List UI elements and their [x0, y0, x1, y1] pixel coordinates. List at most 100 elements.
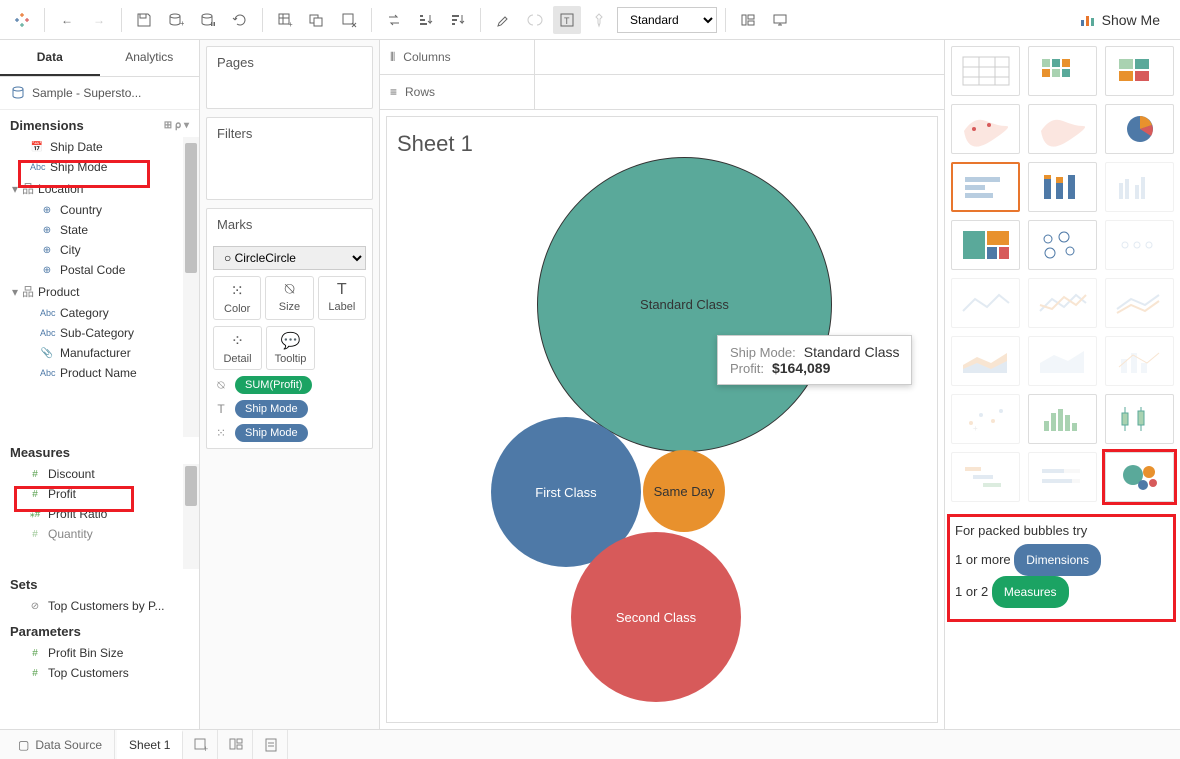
svg-text:+: + — [288, 20, 293, 28]
showme-pie[interactable] — [1105, 104, 1174, 154]
presentation-icon[interactable] — [766, 6, 794, 34]
group-icon[interactable] — [521, 6, 549, 34]
showme-histogram[interactable] — [1028, 394, 1097, 444]
tableau-logo-icon[interactable] — [8, 6, 36, 34]
refresh-icon[interactable] — [226, 6, 254, 34]
label-icon: T — [213, 402, 229, 416]
showme-circle-views[interactable] — [1028, 220, 1097, 270]
main-toolbar: ← → + + T Standard — [0, 0, 1180, 40]
field-profit-bin-size[interactable]: #Profit Bin Size — [0, 643, 199, 663]
field-discount[interactable]: #Discount — [0, 464, 199, 484]
globe-icon: ⊕ — [40, 205, 54, 216]
datasource-item[interactable]: Sample - Supersto... — [0, 77, 199, 110]
canvas-area: ⦀Columns ≡Rows Sheet 1 Standard Class Fi… — [380, 40, 944, 729]
field-top-customers-param[interactable]: #Top Customers — [0, 663, 199, 683]
marks-color[interactable]: ⁙Color — [213, 276, 261, 320]
field-category[interactable]: AbcCategory — [0, 303, 199, 323]
save-icon[interactable] — [130, 6, 158, 34]
sort-asc-icon[interactable] — [412, 6, 440, 34]
new-datasource-icon[interactable]: + — [162, 6, 190, 34]
showme-packed-bubbles[interactable] — [1105, 452, 1174, 502]
rows-shelf[interactable] — [535, 75, 944, 109]
field-product[interactable]: ▾品Product — [0, 280, 199, 303]
pin-icon[interactable] — [585, 6, 613, 34]
filters-shelf[interactable]: Filters — [206, 117, 373, 200]
tab-analytics[interactable]: Analytics — [100, 40, 200, 76]
showme-line-continuous[interactable] — [951, 278, 1020, 328]
back-icon[interactable]: ← — [53, 6, 81, 34]
field-ship-mode[interactable]: AbcShip Mode — [0, 157, 199, 177]
duplicate-sheet-icon[interactable] — [303, 6, 331, 34]
new-story-button[interactable] — [255, 730, 288, 759]
marks-type-select[interactable]: ○ CircleCircle — [213, 246, 366, 270]
field-product-name[interactable]: AbcProduct Name — [0, 363, 199, 383]
marks-size[interactable]: ⍉Size — [265, 276, 313, 320]
data-pane: Data Analytics Sample - Supersto... Dime… — [0, 40, 200, 729]
bubble-second-class[interactable]: Second Class — [571, 532, 741, 702]
showme-treemap[interactable] — [951, 220, 1020, 270]
showme-line-discrete[interactable] — [1028, 278, 1097, 328]
show-me-label: Show Me — [1102, 12, 1160, 28]
showme-area-continuous[interactable] — [951, 336, 1020, 386]
columns-shelf[interactable] — [535, 40, 944, 74]
field-top-customers-set[interactable]: ⊘Top Customers by P... — [0, 596, 199, 616]
tab-sheet-1[interactable]: Sheet 1 — [117, 730, 183, 759]
abc-icon: Abc — [30, 162, 44, 172]
showme-heat-map[interactable] — [1028, 46, 1097, 96]
marks-tooltip[interactable]: 💬Tooltip — [266, 326, 315, 370]
pill-sum-profit[interactable]: SUM(Profit) — [235, 376, 312, 394]
field-location[interactable]: ▾品Location — [0, 177, 199, 200]
fit-select[interactable]: Standard — [617, 7, 717, 33]
field-postal-code[interactable]: ⊕Postal Code — [0, 260, 199, 280]
showme-gantt[interactable] — [951, 452, 1020, 502]
pill-ship-mode-label[interactable]: Ship Mode — [235, 400, 308, 418]
forward-icon[interactable]: → — [85, 6, 113, 34]
showme-symbol-map[interactable] — [951, 104, 1020, 154]
show-labels-icon[interactable]: T — [553, 6, 581, 34]
field-sub-category[interactable]: AbcSub-Category — [0, 323, 199, 343]
field-city[interactable]: ⊕City — [0, 240, 199, 260]
showme-hbar[interactable] — [951, 162, 1020, 212]
new-worksheet-icon[interactable]: + — [271, 6, 299, 34]
swap-icon[interactable] — [380, 6, 408, 34]
showme-filled-map[interactable] — [1028, 104, 1097, 154]
showme-area-discrete[interactable] — [1028, 336, 1097, 386]
showme-scatter[interactable]: + — [951, 394, 1020, 444]
bubble-standard-class[interactable]: Standard Class — [537, 157, 832, 452]
showme-dual-line[interactable] — [1105, 278, 1174, 328]
tab-data-source[interactable]: ▢Data Source — [6, 730, 115, 759]
abc-icon: Abc — [40, 328, 54, 338]
showme-highlight-table[interactable] — [1105, 46, 1174, 96]
field-state[interactable]: ⊕State — [0, 220, 199, 240]
tab-data[interactable]: Data — [0, 40, 100, 76]
highlight-icon[interactable] — [489, 6, 517, 34]
showme-stacked-bar[interactable] — [1028, 162, 1097, 212]
new-dashboard-button[interactable] — [220, 730, 253, 759]
marks-detail[interactable]: ⁘Detail — [213, 326, 262, 370]
bubble-same-day[interactable]: Same Day — [643, 450, 725, 532]
dims-scrollbar[interactable] — [183, 137, 199, 437]
showme-side-by-side-bar[interactable] — [1105, 162, 1174, 212]
field-profit-ratio[interactable]: ⁎#Profit Ratio — [0, 504, 199, 524]
show-me-button[interactable]: Show Me — [1068, 0, 1172, 40]
showme-box-plot[interactable] — [1105, 394, 1174, 444]
pill-ship-mode-color[interactable]: Ship Mode — [235, 424, 308, 442]
field-country[interactable]: ⊕Country — [0, 200, 199, 220]
showme-dual-combo[interactable] — [1105, 336, 1174, 386]
showme-side-circles[interactable] — [1105, 220, 1174, 270]
show-cards-icon[interactable] — [734, 6, 762, 34]
field-profit[interactable]: #Profit — [0, 484, 199, 504]
viz-canvas[interactable]: Sheet 1 Standard Class First Class Same … — [386, 116, 938, 723]
sort-desc-icon[interactable] — [444, 6, 472, 34]
field-manufacturer[interactable]: 📎Manufacturer — [0, 343, 199, 363]
pages-shelf[interactable]: Pages — [206, 46, 373, 109]
new-sheet-button[interactable]: + — [185, 730, 218, 759]
showme-text-table[interactable] — [951, 46, 1020, 96]
pause-updates-icon[interactable] — [194, 6, 222, 34]
clear-sheet-icon[interactable] — [335, 6, 363, 34]
meas-scrollbar[interactable] — [183, 464, 199, 569]
showme-bullet[interactable] — [1028, 452, 1097, 502]
field-quantity[interactable]: #Quantity — [0, 524, 199, 544]
field-ship-date[interactable]: 📅Ship Date — [0, 137, 199, 157]
marks-label[interactable]: TLabel — [318, 276, 366, 320]
